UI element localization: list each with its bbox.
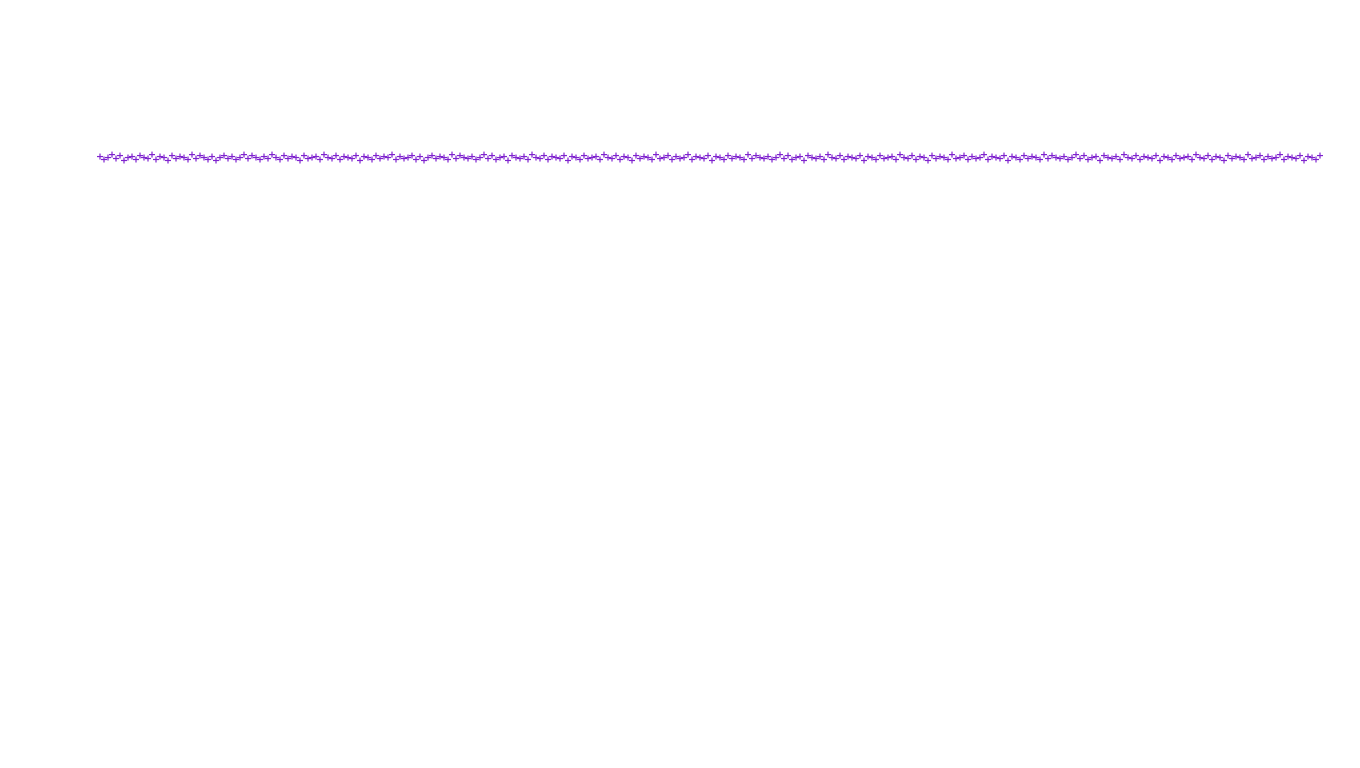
scatter-chart — [0, 0, 1360, 768]
chart-canvas — [0, 0, 1360, 768]
scatter-series — [97, 152, 1323, 164]
